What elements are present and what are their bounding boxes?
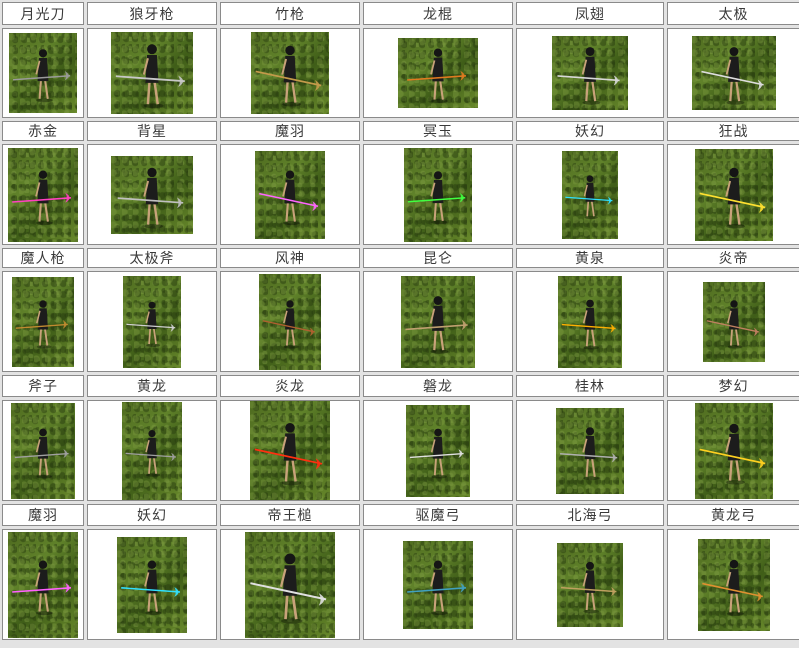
weapon-image-cell	[2, 400, 84, 501]
weapon-preview-image	[552, 36, 628, 110]
weapon-preview-image	[255, 150, 325, 239]
weapon-name: 狼牙枪	[87, 2, 217, 25]
weapon-name: 梦幻	[667, 375, 799, 397]
weapon-preview-image	[111, 155, 193, 234]
weapon-preview-image	[251, 32, 329, 114]
weapon-name: 风神	[220, 248, 360, 268]
weapon-preview-image	[122, 401, 182, 500]
weapon-name: 桂林	[516, 375, 664, 397]
weapon-name: 太极斧	[87, 248, 217, 268]
weapon-preview-image	[9, 33, 77, 113]
weapon-name: 黄龙	[87, 375, 217, 397]
weapon-preview-image	[697, 538, 770, 631]
weapon-name: 魔羽	[220, 121, 360, 141]
weapon-image-cell	[363, 28, 513, 118]
weapon-image-cell	[667, 400, 799, 501]
weapon-image-cell	[363, 400, 513, 501]
weapon-image-cell	[667, 529, 799, 640]
weapon-name: 冥玉	[363, 121, 513, 141]
weapon-image-cell	[87, 529, 217, 640]
weapon-preview-image	[117, 536, 187, 633]
weapon-image-cell	[87, 144, 217, 245]
weapon-image-cell	[667, 144, 799, 245]
weapon-preview-image	[694, 402, 773, 499]
weapon-preview-image	[694, 148, 773, 241]
weapon-name: 月光刀	[2, 2, 84, 25]
weapon-preview-image	[250, 401, 330, 500]
weapon-name: 黄龙弓	[667, 504, 799, 526]
weapon-image-cell	[220, 28, 360, 118]
weapon-preview-image	[8, 531, 78, 638]
weapon-preview-image	[111, 32, 193, 114]
weapon-image-cell	[2, 529, 84, 640]
weapon-name: 背星	[87, 121, 217, 141]
weapon-image-cell	[87, 28, 217, 118]
weapon-preview-image	[245, 531, 335, 638]
weapon-image-cell	[516, 400, 664, 501]
weapon-image-cell	[516, 144, 664, 245]
weapon-name: 帝王槌	[220, 504, 360, 526]
weapon-name: 斧子	[2, 375, 84, 397]
weapon-image-cell	[516, 28, 664, 118]
weapon-image-cell	[516, 529, 664, 640]
weapon-image-cell	[87, 271, 217, 372]
weapon-name: 妖幻	[516, 121, 664, 141]
weapon-preview-image	[702, 281, 765, 362]
weapon-image-cell	[2, 28, 84, 118]
weapon-name: 魔人枪	[2, 248, 84, 268]
weapon-name: 驱魔弓	[363, 504, 513, 526]
weapon-name: 炎龙	[220, 375, 360, 397]
weapon-name: 炎帝	[667, 248, 799, 268]
weapon-preview-image	[12, 276, 74, 367]
weapon-name: 狂战	[667, 121, 799, 141]
weapon-image-cell	[363, 144, 513, 245]
weapon-image-cell	[220, 144, 360, 245]
weapon-preview-image	[556, 407, 624, 494]
weapon-image-cell	[2, 144, 84, 245]
weapon-name: 昆仑	[363, 248, 513, 268]
weapon-preview-image	[259, 273, 321, 370]
weapon-image-cell	[363, 271, 513, 372]
weapon-name: 魔羽	[2, 504, 84, 526]
weapon-image-cell	[220, 271, 360, 372]
weapon-name: 凤翅	[516, 2, 664, 25]
weapon-preview-image	[558, 275, 622, 368]
weapon-preview-image	[403, 540, 473, 629]
weapon-preview-image	[562, 150, 618, 239]
weapon-image-cell	[220, 400, 360, 501]
weapon-preview-image	[398, 38, 478, 108]
weapon-image-cell	[667, 271, 799, 372]
weapon-image-cell	[667, 28, 799, 118]
weapon-name: 太极	[667, 2, 799, 25]
weapon-image-cell	[87, 400, 217, 501]
weapon-name: 赤金	[2, 121, 84, 141]
weapon-preview-image	[691, 36, 776, 110]
weapon-image-cell	[2, 271, 84, 372]
weapon-table: 月光刀 狼牙枪 竹枪 龙棍 凤翅 太极 赤金 背星 魔羽 冥玉 妖幻 狂战 魔人枪 太极斧 风神 昆仑 黄泉 炎帝…	[0, 0, 799, 648]
weapon-preview-image	[8, 147, 78, 242]
weapon-preview-image	[406, 404, 470, 497]
weapon-name: 妖幻	[87, 504, 217, 526]
weapon-preview-image	[404, 147, 472, 242]
weapon-preview-image	[123, 275, 181, 368]
weapon-image-cell	[220, 529, 360, 640]
weapon-preview-image	[401, 275, 475, 368]
weapon-name: 黄泉	[516, 248, 664, 268]
weapon-name: 竹枪	[220, 2, 360, 25]
weapon-name: 磐龙	[363, 375, 513, 397]
weapon-name: 龙棍	[363, 2, 513, 25]
weapon-preview-image	[557, 542, 623, 627]
weapon-image-cell	[516, 271, 664, 372]
weapon-image-cell	[363, 529, 513, 640]
weapon-preview-image	[11, 402, 75, 499]
weapon-name: 北海弓	[516, 504, 664, 526]
